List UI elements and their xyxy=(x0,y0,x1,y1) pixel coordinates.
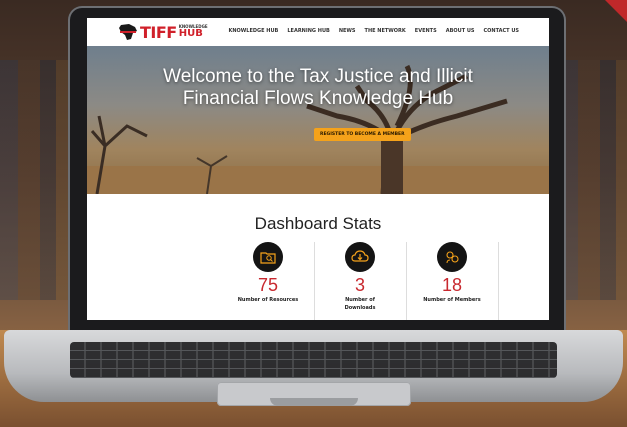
nav-item-events[interactable]: EVENTS xyxy=(415,28,437,34)
members-icon xyxy=(437,242,467,272)
stat-label: Number of Members xyxy=(423,297,481,303)
stat-members: 18 Number of Members xyxy=(406,242,498,304)
corner-ribbon xyxy=(605,0,627,22)
hero-title-line1: Welcome to the Tax Justice and Illicit xyxy=(163,66,473,87)
stat-downloads: 3 Number of Downloads xyxy=(314,242,406,312)
nav-item-knowledge-hub[interactable]: KNOWLEDGE HUB xyxy=(228,28,278,34)
keyboard-rows xyxy=(70,342,557,378)
nav-item-news[interactable]: NEWS xyxy=(339,28,356,34)
register-button[interactable]: REGISTER TO BECOME A MEMBER xyxy=(314,128,411,141)
stat-label: Number of Downloads xyxy=(344,297,376,311)
hero-title-line2: Financial Flows Knowledge Hub xyxy=(182,88,454,109)
stat-label: Number of Resources xyxy=(237,297,299,303)
stat-value: 18 xyxy=(441,275,463,295)
logo-text: TIFF xyxy=(140,22,177,42)
cloud-download-icon xyxy=(345,242,375,272)
stats-title: Dashboard Stats xyxy=(254,214,382,233)
stat-value: 75 xyxy=(257,275,279,295)
navbar: TIFF KNOWLEDGE HUB KNOWLEDGE HUB LEARNIN… xyxy=(87,18,549,47)
africa-logo-icon xyxy=(119,24,137,40)
main-menu: KNOWLEDGE HUB LEARNING HUB NEWS THE NETW… xyxy=(228,28,519,34)
hero-banner: Welcome to the Tax Justice and Illicit F… xyxy=(87,46,549,194)
dashboard-stats: Dashboard Stats 75 Number of Resources 3… xyxy=(87,194,549,320)
stat-resources: 75 Number of Resources xyxy=(222,242,314,304)
site-logo[interactable]: TIFF KNOWLEDGE HUB xyxy=(117,22,208,42)
folder-search-icon xyxy=(253,242,283,272)
laptop-lip xyxy=(270,398,358,406)
stat-value: 3 xyxy=(354,275,365,295)
nav-item-the-network[interactable]: THE NETWORK xyxy=(365,28,406,34)
logo-hub: HUB xyxy=(178,28,203,39)
nav-item-about-us[interactable]: ABOUT US xyxy=(446,28,475,34)
hero-title: Welcome to the Tax Justice and Illicit F… xyxy=(87,66,549,110)
nav-item-contact-us[interactable]: CONTACT US xyxy=(484,28,519,34)
stat-divider xyxy=(498,242,499,320)
laptop-screen: TIFF KNOWLEDGE HUB KNOWLEDGE HUB LEARNIN… xyxy=(87,18,549,320)
logo-subtext: KNOWLEDGE HUB xyxy=(179,25,208,39)
nav-item-learning-hub[interactable]: LEARNING HUB xyxy=(287,28,329,34)
